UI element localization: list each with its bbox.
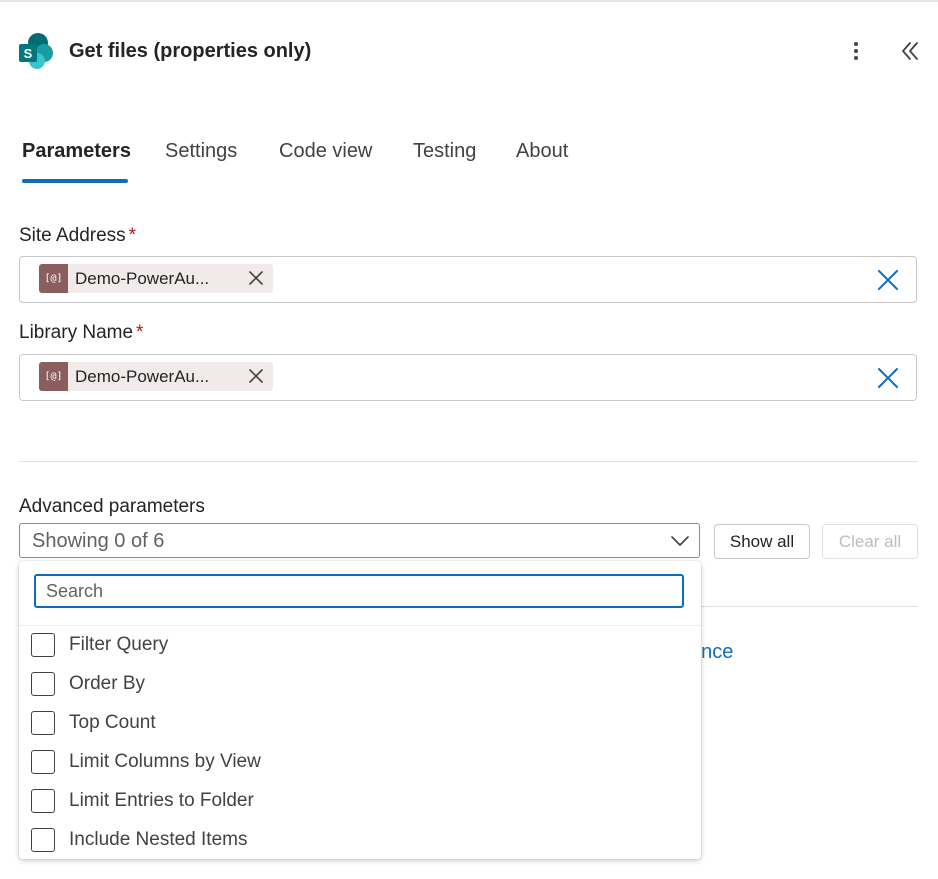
clear-all-button[interactable]: Clear all	[822, 524, 918, 559]
required-mark: *	[136, 322, 144, 343]
advanced-parameters-dropdown: Filter Query Order By Top Count Limit Co…	[19, 561, 701, 859]
more-vertical-icon-dot	[854, 56, 858, 60]
site-address-token[interactable]: [@] Demo-PowerAu...	[39, 264, 273, 293]
remove-token-icon[interactable]	[247, 269, 265, 287]
checkbox[interactable]	[31, 828, 55, 852]
checkbox[interactable]	[31, 672, 55, 696]
option-limit-entries-to-folder[interactable]: Limit Entries to Folder	[31, 787, 681, 817]
sharepoint-icon: S	[19, 33, 53, 69]
chevron-down-icon	[671, 536, 689, 546]
library-name-label-text: Library Name	[19, 322, 134, 343]
double-chevron-left-icon[interactable]	[897, 38, 923, 64]
clear-field-icon[interactable]	[877, 269, 899, 291]
checkbox[interactable]	[31, 633, 55, 657]
tab-settings[interactable]: Settings	[165, 140, 237, 163]
tab-about[interactable]: About	[516, 140, 568, 163]
remove-token-icon[interactable]	[247, 367, 265, 385]
svg-text:S: S	[24, 46, 33, 61]
library-name-label: Library Name *	[19, 322, 143, 344]
top-border	[0, 0, 938, 2]
active-tab-indicator	[22, 179, 128, 183]
option-label: Limit Columns by View	[69, 751, 261, 772]
option-label: Limit Entries to Folder	[69, 790, 254, 811]
checkbox[interactable]	[31, 711, 55, 735]
dynamic-value-icon: [@]	[39, 264, 68, 293]
library-name-field[interactable]: [@] Demo-PowerAu...	[19, 354, 917, 401]
more-vertical-icon-dot	[854, 49, 858, 53]
checkbox[interactable]	[31, 750, 55, 774]
site-address-field[interactable]: [@] Demo-PowerAu...	[19, 256, 917, 303]
more-options-button[interactable]	[842, 36, 870, 66]
option-limit-columns-by-view[interactable]: Limit Columns by View	[31, 748, 681, 778]
option-include-nested-items[interactable]: Include Nested Items	[31, 826, 681, 856]
option-label: Order By	[69, 673, 146, 694]
tab-testing[interactable]: Testing	[413, 140, 476, 163]
site-address-token-text: Demo-PowerAu...	[75, 269, 210, 288]
option-label: Include Nested Items	[69, 829, 248, 850]
option-label: Filter Query	[69, 634, 169, 655]
required-mark: *	[128, 225, 137, 246]
tab-code-view[interactable]: Code view	[279, 140, 372, 163]
advanced-parameters-label: Advanced parameters	[19, 496, 205, 517]
advanced-parameters-select-value: Showing 0 of 6	[32, 530, 165, 552]
library-name-token-text: Demo-PowerAu...	[75, 367, 210, 386]
clear-field-icon[interactable]	[877, 367, 899, 389]
tab-parameters[interactable]: Parameters	[22, 140, 131, 163]
site-address-label-text: Site Address	[19, 225, 126, 246]
section-divider	[19, 461, 918, 462]
more-vertical-icon	[854, 42, 858, 46]
show-all-button[interactable]: Show all	[714, 524, 810, 559]
option-label: Top Count	[69, 712, 156, 733]
advanced-parameters-select[interactable]: Showing 0 of 6	[19, 523, 700, 558]
checkbox[interactable]	[31, 789, 55, 813]
page-title: Get files (properties only)	[69, 40, 312, 62]
library-name-token[interactable]: [@] Demo-PowerAu...	[39, 362, 273, 391]
dynamic-value-icon: [@]	[39, 362, 68, 391]
option-top-count[interactable]: Top Count	[31, 709, 681, 739]
site-address-label: Site Address *	[19, 225, 136, 247]
option-order-by[interactable]: Order By	[31, 670, 681, 700]
option-filter-query[interactable]: Filter Query	[31, 631, 681, 661]
dropdown-divider	[19, 625, 701, 626]
search-input[interactable]	[34, 574, 684, 608]
